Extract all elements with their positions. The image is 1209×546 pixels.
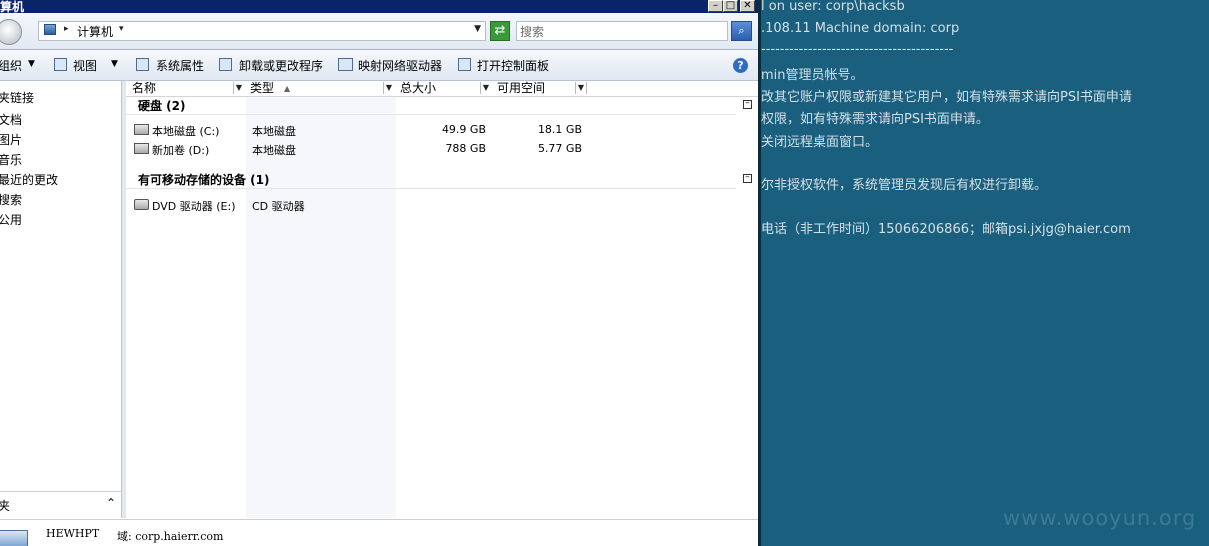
type-filter-icon[interactable]: ▼ xyxy=(383,82,394,94)
drive-row-e[interactable]: DVD 驱动器 (E:) CD 驱动器 xyxy=(126,196,736,214)
drive-free: 5.77 GB xyxy=(537,142,582,155)
notice-line: 尔非授权软件，系统管理员发现后有权进行卸载。 xyxy=(761,178,1048,193)
sorted-column-highlight xyxy=(246,97,396,518)
file-list: 名称 ▼ 类型 ▲ ▼ 总大小 ▼ 可用空间 ▼ 硬盘 (2) – 本地磁盘 (… xyxy=(126,81,758,518)
domain-text: 域: corp.haierr.com xyxy=(117,530,224,543)
close-button[interactable]: ✕ xyxy=(740,0,755,12)
watermark: www.wooyun.org xyxy=(1003,506,1197,530)
drive-type: 本地磁盘 xyxy=(252,125,296,138)
uninstall-button[interactable]: 卸载或更改程序 xyxy=(239,57,323,74)
folders-bar[interactable]: 夹 ⌃ xyxy=(0,491,121,517)
nav-item-documents[interactable]: 文档 xyxy=(0,111,22,128)
breadcrumb-computer[interactable]: 计算机 xyxy=(77,23,113,40)
control-panel-icon xyxy=(458,58,471,71)
column-header-name[interactable]: 名称 xyxy=(132,81,156,96)
command-bar: 组织 ▼ 视图 ▼ 系统属性 卸载或更改程序 映射网络驱动器 打开控制面板 ? xyxy=(0,50,760,81)
notice-line: 关闭远程桌面窗口。 xyxy=(761,135,879,150)
group-removable-storage[interactable]: 有可移动存储的设备 (1) xyxy=(138,171,270,188)
drive-type: CD 驱动器 xyxy=(252,200,305,213)
details-pane: HEWHPT 域: corp.haierr.com xyxy=(0,519,760,546)
nav-item-favorite-links[interactable]: 夹链接 xyxy=(0,89,34,106)
network-drive-icon xyxy=(338,58,353,71)
column-header-total-size[interactable]: 总大小 xyxy=(400,81,436,96)
column-header-free-space[interactable]: 可用空间 xyxy=(497,81,545,96)
organize-dropdown-icon[interactable]: ▼ xyxy=(28,59,35,69)
computer-name: HEWHPT xyxy=(46,527,100,540)
minimize-button[interactable]: – xyxy=(708,0,723,12)
drive-free: 18.1 GB xyxy=(537,123,582,136)
notice-line: min管理员帐号。 xyxy=(761,68,864,83)
navigation-pane: 夹链接 文档 图片 音乐 最近的更改 搜索 公用 xyxy=(0,81,122,518)
drive-name: DVD 驱动器 (E:) xyxy=(152,200,236,213)
contact-line: 电话（非工作时间）15066206866；邮箱psi.jxjg@haier.co… xyxy=(761,222,1131,237)
notice-line: 改其它账户权限或新建其它用户，如有特殊需求请向PSI书面申请 xyxy=(761,90,1132,105)
dvd-drive-icon xyxy=(134,199,149,210)
nav-item-music[interactable]: 音乐 xyxy=(0,151,22,168)
uninstall-icon xyxy=(219,58,232,71)
collapse-hard-disks-icon[interactable]: – xyxy=(743,99,752,109)
address-bar-area: ▸ 计算机 ▾ ▼ ⇄ 搜索 ⌕ xyxy=(0,13,760,50)
refresh-button[interactable]: ⇄ xyxy=(490,21,510,41)
chevron-right-icon[interactable]: ▸ xyxy=(64,24,69,34)
computer-icon xyxy=(0,530,28,546)
chevron-up-icon[interactable]: ⌃ xyxy=(106,496,116,510)
column-headers: 名称 ▼ 类型 ▲ ▼ 总大小 ▼ 可用空间 ▼ xyxy=(126,81,758,97)
address-box[interactable]: ▸ 计算机 ▾ ▼ xyxy=(38,21,486,41)
search-button[interactable]: ⌕ xyxy=(731,21,752,41)
group-hard-disks[interactable]: 硬盘 (2) xyxy=(138,97,186,114)
name-filter-icon[interactable]: ▼ xyxy=(233,82,244,94)
computer-icon xyxy=(44,24,56,35)
group-divider xyxy=(126,188,736,189)
drive-name: 本地磁盘 (C:) xyxy=(152,125,220,138)
folders-label: 夹 xyxy=(0,499,11,513)
nav-item-pictures[interactable]: 图片 xyxy=(0,131,22,148)
free-filter-icon[interactable]: ▼ xyxy=(575,82,586,94)
views-dropdown-icon[interactable]: ▼ xyxy=(111,59,118,69)
search-input[interactable]: 搜索 xyxy=(516,21,728,41)
info-line: l on user: corp\hacksb xyxy=(761,0,905,14)
drive-row-d[interactable]: 新加卷 (D:) 本地磁盘 788 GB 5.77 GB xyxy=(126,140,736,158)
map-drive-button[interactable]: 映射网络驱动器 xyxy=(358,57,442,74)
search-placeholder: 搜索 xyxy=(520,25,545,39)
drive-total: 49.9 GB xyxy=(441,123,486,136)
drive-row-c[interactable]: 本地磁盘 (C:) 本地磁盘 49.9 GB 18.1 GB xyxy=(126,121,736,139)
system-properties-icon xyxy=(136,58,149,71)
help-icon[interactable]: ? xyxy=(733,58,748,73)
address-dropdown-icon[interactable]: ▼ xyxy=(474,24,481,34)
nav-item-public[interactable]: 公用 xyxy=(0,211,22,228)
sort-arrow-icon: ▲ xyxy=(284,84,291,93)
drive-type: 本地磁盘 xyxy=(252,144,296,157)
notice-line: 权限，如有特殊需求请向PSI书面申请。 xyxy=(761,112,989,127)
column-header-type[interactable]: 类型 xyxy=(250,81,274,96)
drive-name: 新加卷 (D:) xyxy=(152,144,210,157)
nav-item-recent-changes[interactable]: 最近的更改 xyxy=(0,171,58,188)
views-menu[interactable]: 视图 xyxy=(73,57,97,74)
control-panel-button[interactable]: 打开控制面板 xyxy=(477,57,549,74)
nav-item-searches[interactable]: 搜索 xyxy=(0,191,22,208)
organize-menu[interactable]: 组织 xyxy=(0,57,22,74)
hard-drive-icon xyxy=(134,143,149,154)
desktop-background-text: l on user: corp\hacksb .108.11 Machine d… xyxy=(761,0,1209,546)
title-bar[interactable]: 算机 – □ ✕ xyxy=(0,0,760,14)
drive-total: 788 GB xyxy=(445,142,486,155)
back-button[interactable] xyxy=(0,19,22,45)
group-divider xyxy=(126,114,736,115)
separator-line: ----------------------------------------… xyxy=(761,42,954,57)
chevron-down-icon[interactable]: ▾ xyxy=(119,24,124,34)
hard-drive-icon xyxy=(134,124,149,135)
info-line: .108.11 Machine domain: corp xyxy=(761,21,960,36)
column-divider[interactable] xyxy=(586,82,588,94)
maximize-button[interactable]: □ xyxy=(723,0,738,12)
system-properties-button[interactable]: 系统属性 xyxy=(156,57,204,74)
explorer-window: 算机 – □ ✕ ▸ 计算机 ▾ ▼ ⇄ 搜索 ⌕ 组织 ▼ 视图 ▼ 系统属性… xyxy=(0,0,760,546)
collapse-removable-icon[interactable]: – xyxy=(743,173,752,183)
views-icon xyxy=(54,58,67,71)
size-filter-icon[interactable]: ▼ xyxy=(480,82,491,94)
